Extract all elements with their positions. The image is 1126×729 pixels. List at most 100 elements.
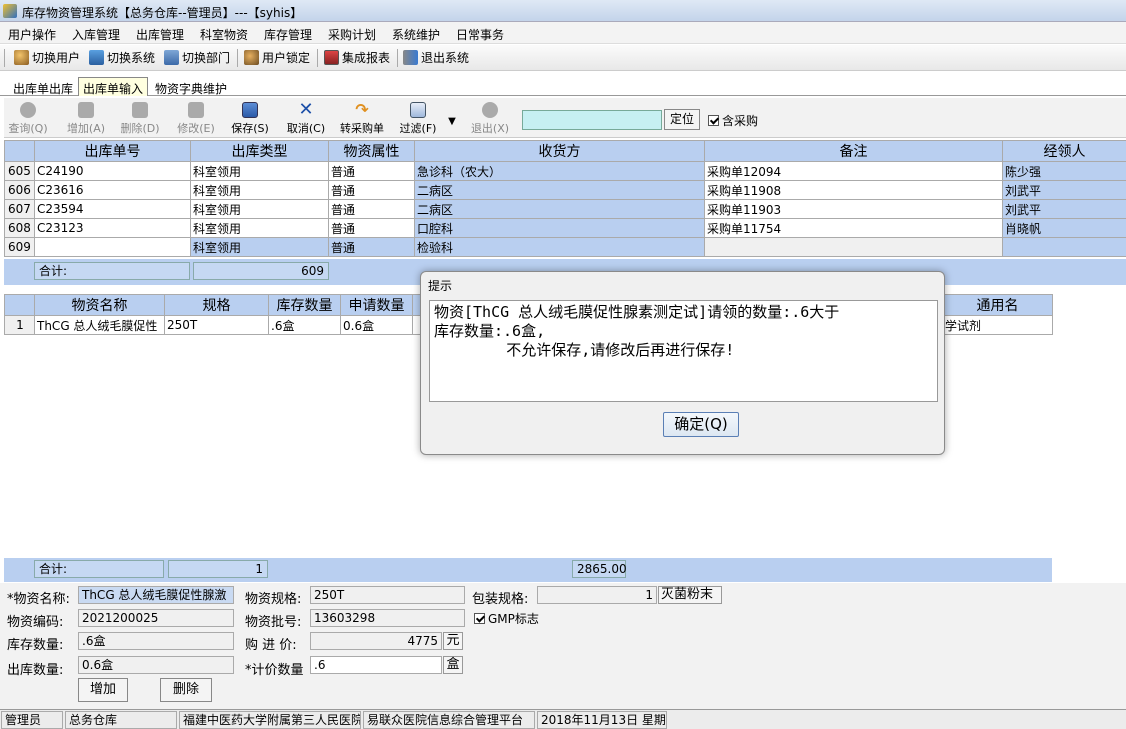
table-row[interactable]: 607 C23594 科室领用 普通 二病区 采购单11903 刘武平 [4,199,1126,219]
col-order-type[interactable]: 出库类型 [190,140,329,162]
receiver-cell[interactable]: 二病区 [414,199,705,219]
menu-user-ops[interactable]: 用户操作 [8,26,56,43]
table-row[interactable]: 605 C24190 科室领用 普通 急诊科（农大） 采购单12094 陈少强 [4,161,1126,181]
menu-dept-materials[interactable]: 科室物资 [200,26,248,43]
switch-dept-button[interactable]: 切换部门 [164,49,230,67]
menu-purchase-plan[interactable]: 采购计划 [328,26,376,43]
detail-add-button[interactable]: 增加 [78,678,128,702]
menu-inbound[interactable]: 入库管理 [72,26,120,43]
col-order-no[interactable]: 出库单号 [34,140,191,162]
report-button[interactable]: 集成报表 [324,49,390,67]
col-generic-name[interactable]: 通用名 [942,294,1053,316]
switch-user-button[interactable]: 切换用户 [14,49,80,67]
spec-field[interactable]: 250T [310,586,465,604]
order-type-cell[interactable]: 科室领用 [190,161,329,181]
receiver-cell[interactable]: 二病区 [414,180,705,200]
convert-icon: ↷ [355,100,369,119]
receiver-cell[interactable]: 口腔科 [414,218,705,238]
pack-field[interactable]: 1 [537,586,657,604]
tab-outbound-issue[interactable]: 出库单出库 [8,77,78,96]
row-number: 605 [4,161,35,181]
query-button[interactable]: 查询(Q) [4,102,52,136]
order-no-cell[interactable]: C23594 [34,199,191,219]
col-request-qty[interactable]: 申请数量 [340,294,413,316]
filter-button[interactable]: 过滤(F) [394,102,442,136]
menu-daily[interactable]: 日常事务 [456,26,504,43]
tab-dictionary[interactable]: 物资字典维护 [150,77,232,96]
department-icon [164,50,179,65]
generic-name-cell[interactable]: 学试剂 [942,315,1053,335]
stock-qty-field[interactable]: .6盒 [78,632,234,650]
material-attr-cell[interactable]: 普通 [328,237,415,257]
handler-cell[interactable]: 陈少强 [1002,161,1126,181]
detail-delete-button[interactable]: 删除 [160,678,212,702]
remark-cell[interactable]: 采购单11908 [704,180,1003,200]
save-button[interactable]: 保存(S) [226,102,274,136]
menu-outbound[interactable]: 出库管理 [136,26,184,43]
col-receiver[interactable]: 收货方 [414,140,705,162]
menu-system[interactable]: 系统维护 [392,26,440,43]
remark-cell[interactable]: 采购单12094 [704,161,1003,181]
exit-button[interactable]: 退出(X) [466,102,514,136]
order-no-cell[interactable]: C24190 [34,161,191,181]
chevron-down-icon: ▼ [448,116,456,127]
batch-field[interactable]: 13603298 [310,609,465,627]
price-qty-field[interactable]: .6 [310,656,442,674]
material-code-field[interactable]: 2021200025 [78,609,234,627]
stock-qty-cell[interactable]: .6盒 [268,315,341,335]
table-row[interactable]: 608 C23123 科室领用 普通 口腔科 采购单11754 肖晓帆 [4,218,1126,238]
add-button[interactable]: 增加(A) [62,102,110,136]
handler-cell[interactable]: 肖晓帆 [1002,218,1126,238]
cancel-button[interactable]: ✕ 取消(C) [282,101,330,136]
col-stock-qty[interactable]: 库存数量 [268,294,341,316]
menu-inventory[interactable]: 库存管理 [264,26,312,43]
remark-cell[interactable]: 采购单11903 [704,199,1003,219]
dialog-ok-button[interactable]: 确定(Q) [663,412,739,437]
switch-system-button[interactable]: 切换系统 [89,49,155,67]
col-spec[interactable]: 规格 [164,294,269,316]
row-number: 1 [4,315,35,335]
order-no-cell[interactable]: C23616 [34,180,191,200]
material-attr-cell[interactable]: 普通 [328,161,415,181]
handler-cell[interactable]: 刘武平 [1002,199,1126,219]
receiver-cell[interactable]: 急诊科（农大） [414,161,705,181]
orders-header-row: 出库单号 出库类型 物资属性 收货方 备注 经领人 [4,140,1126,162]
gmp-checkbox[interactable]: GMP标志 [474,610,539,627]
remark-cell[interactable] [704,237,1003,257]
price-field[interactable]: 4775 [310,632,442,650]
order-type-cell[interactable]: 科室领用 [190,180,329,200]
material-name-cell[interactable]: ThCG 总人绒毛膜促性 [34,315,165,335]
order-no-cell[interactable] [34,237,191,257]
material-attr-cell[interactable]: 普通 [328,218,415,238]
delete-button[interactable]: 删除(D) [116,102,164,136]
receiver-cell[interactable]: 检验科 [414,237,705,257]
lock-user-button[interactable]: 用户锁定 [244,49,310,67]
convert-purchase-button[interactable]: ↷ 转采购单 [338,102,386,136]
out-qty-field[interactable]: 0.6盒 [78,656,234,674]
col-handler[interactable]: 经领人 [1002,140,1126,162]
col-material-name[interactable]: 物资名称 [34,294,165,316]
filter-dropdown[interactable]: ▼ [444,102,460,136]
table-row-selected[interactable]: 609 科室领用 普通 检验科 [4,237,1126,257]
handler-cell[interactable] [1002,237,1126,257]
exit-system-button[interactable]: 退出系统 [403,49,469,67]
include-purchase-checkbox[interactable]: 含采购 [708,112,758,129]
material-name-field[interactable]: ThCG 总人绒毛膜促性腺激 [78,586,234,604]
table-row[interactable]: 606 C23616 科室领用 普通 二病区 采购单11908 刘武平 [4,180,1126,200]
spec-cell[interactable]: 250T [164,315,269,335]
order-no-cell[interactable]: C23123 [34,218,191,238]
col-remark[interactable]: 备注 [704,140,1003,162]
order-type-cell[interactable]: 科室领用 [190,237,329,257]
order-type-cell[interactable]: 科室领用 [190,218,329,238]
col-material-attr[interactable]: 物资属性 [328,140,415,162]
edit-button[interactable]: 修改(E) [172,102,220,136]
material-attr-cell[interactable]: 普通 [328,199,415,219]
order-type-cell[interactable]: 科室领用 [190,199,329,219]
tab-outbound-input[interactable]: 出库单输入 [78,77,149,96]
request-qty-cell[interactable]: 0.6盒 [340,315,413,335]
locate-button[interactable]: 定位 [664,109,700,130]
locate-input[interactable] [522,110,662,130]
material-attr-cell[interactable]: 普通 [328,180,415,200]
handler-cell[interactable]: 刘武平 [1002,180,1126,200]
remark-cell[interactable]: 采购单11754 [704,218,1003,238]
